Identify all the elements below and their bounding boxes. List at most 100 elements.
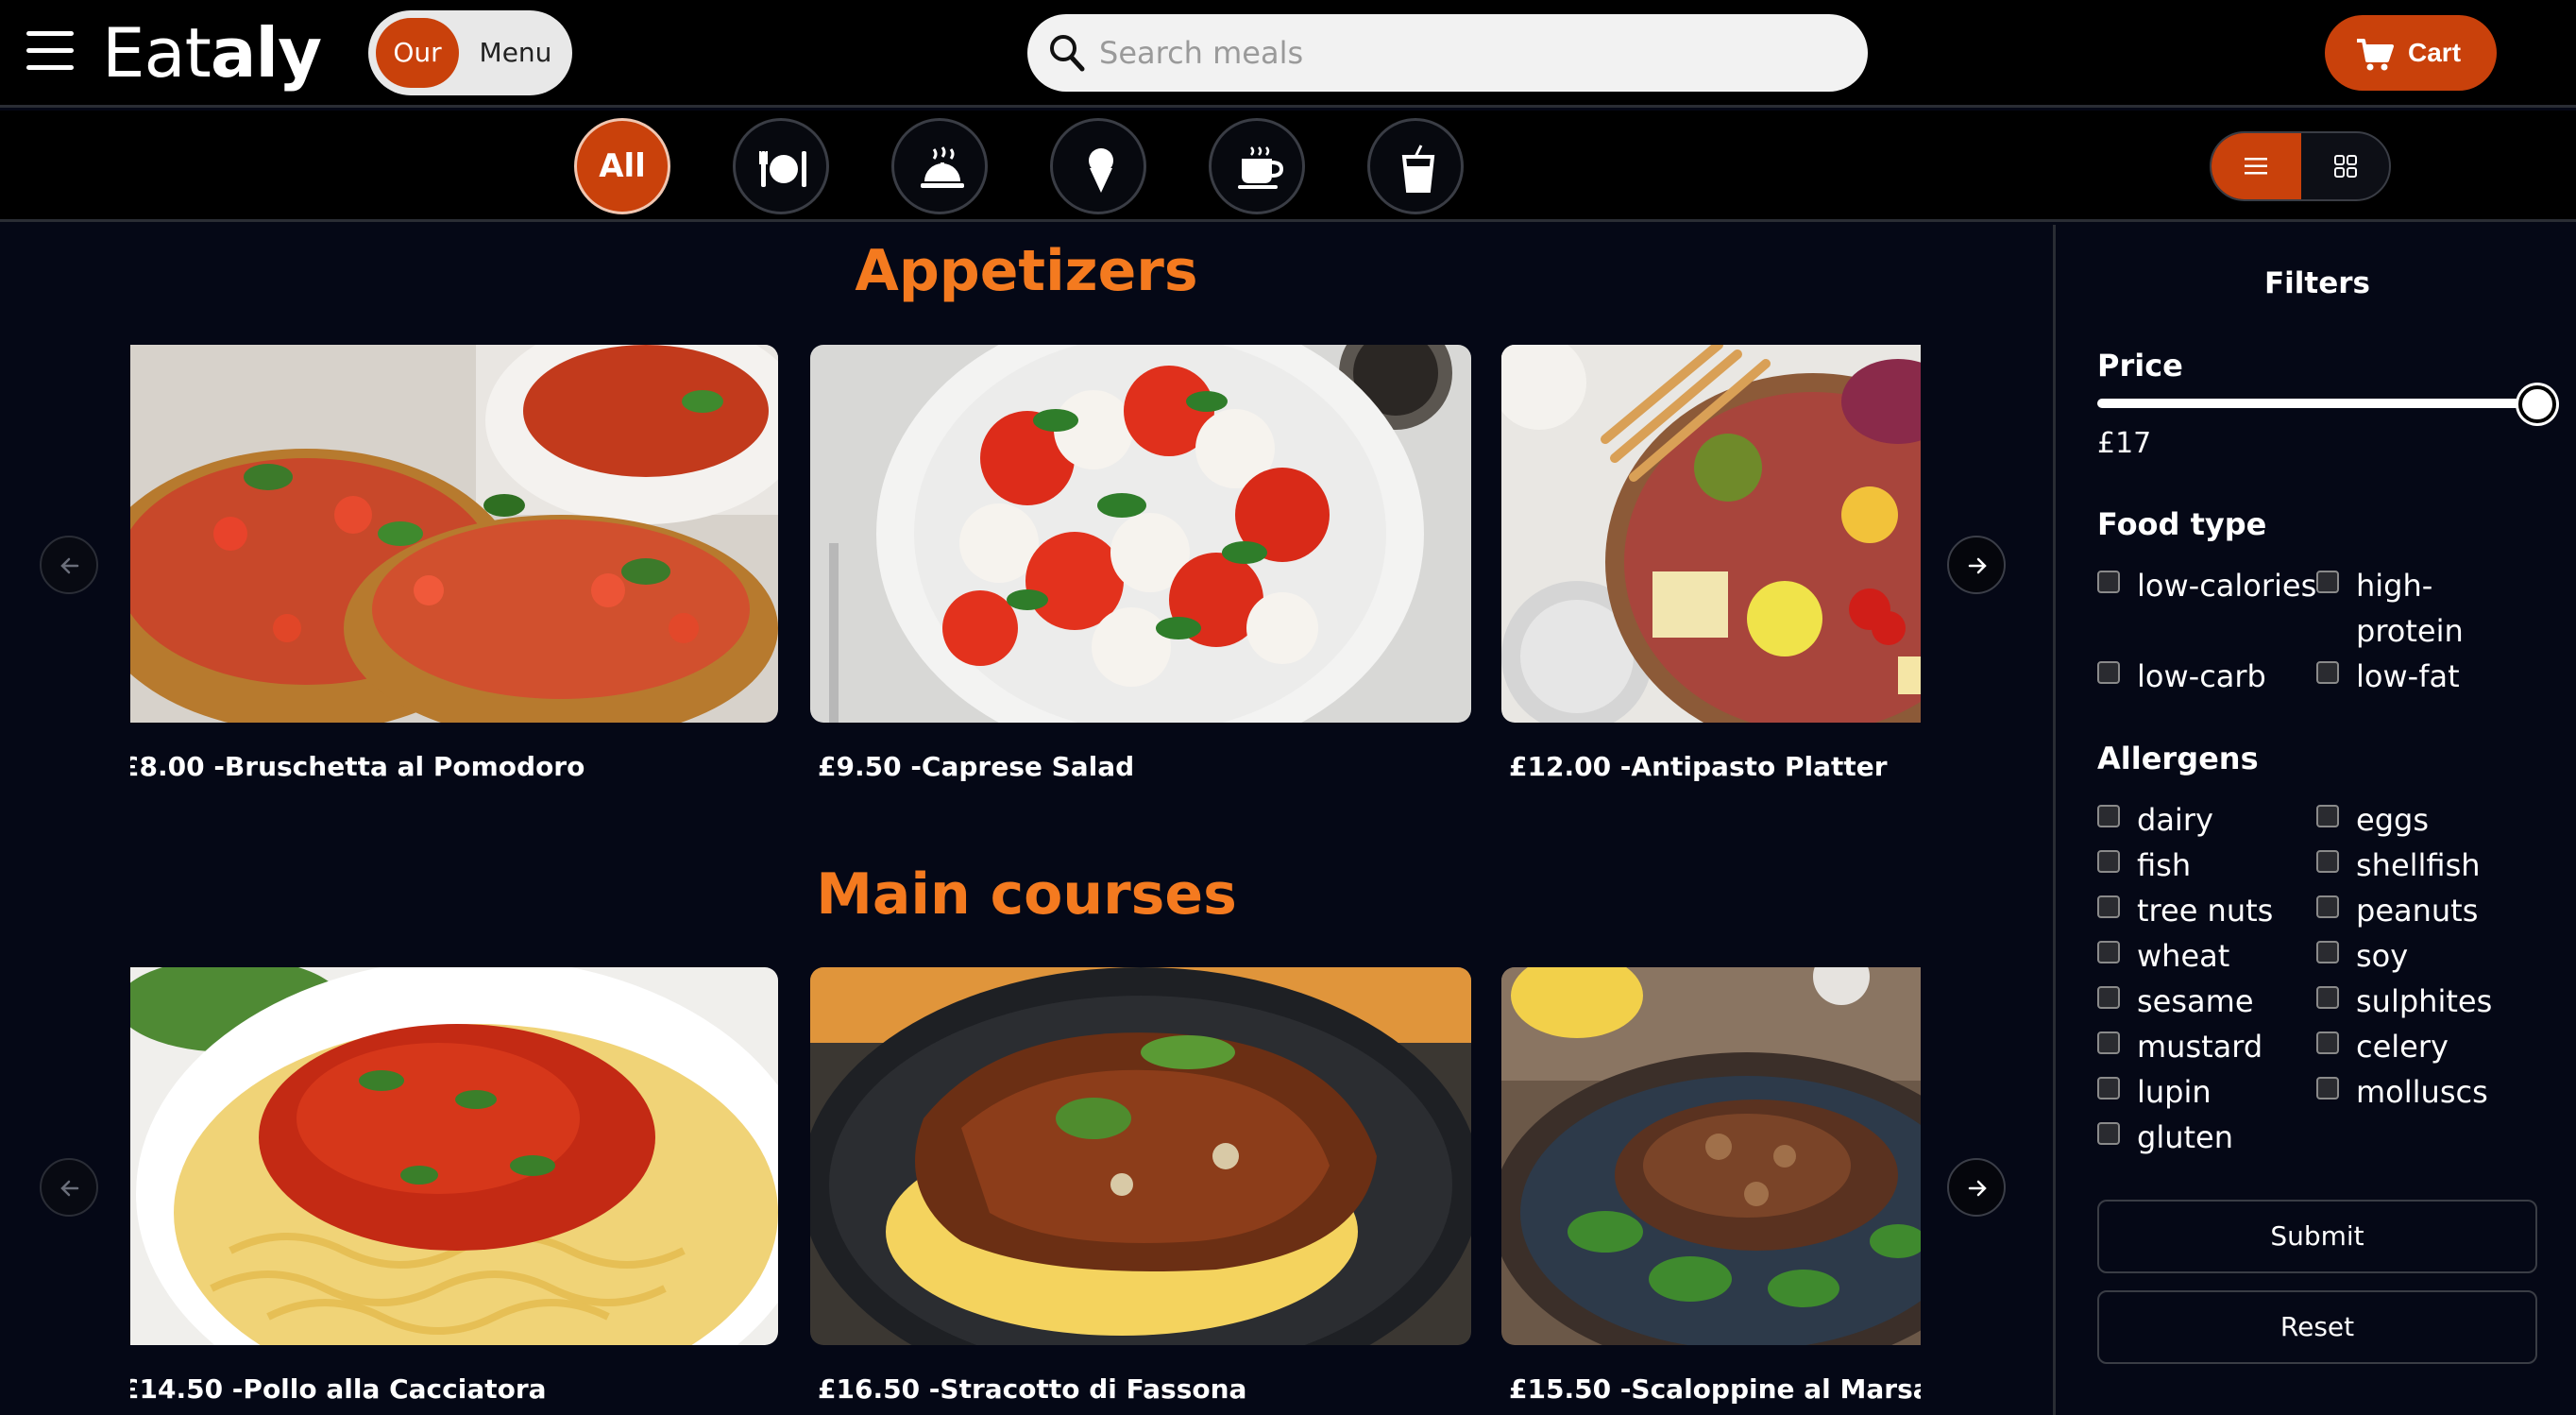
allergen-checkbox-sesame[interactable]: sesame xyxy=(2097,979,2254,1024)
food-type-low-carb[interactable]: low-carb xyxy=(2097,654,2266,699)
food-type-low-fat[interactable]: low-fat xyxy=(2316,654,2460,699)
appetizers-next-arrow[interactable] xyxy=(1947,536,2006,594)
checkbox[interactable] xyxy=(2316,1077,2339,1100)
checkbox[interactable] xyxy=(2316,571,2339,593)
meal-card[interactable]: £9.50 -Caprese Salad xyxy=(810,345,1471,782)
logo[interactable]: Eataly xyxy=(102,13,322,93)
main-courses-next-arrow[interactable] xyxy=(1947,1158,2006,1217)
allergen-checkbox-mustard[interactable]: mustard xyxy=(2097,1024,2262,1069)
checkbox[interactable] xyxy=(2316,1031,2339,1054)
allergen-checkbox-wheat[interactable]: wheat xyxy=(2097,933,2229,979)
meal-caption: £15.50 -Scaloppine al Marsala xyxy=(1509,1373,1921,1405)
checkbox-label: celery xyxy=(2356,1029,2449,1065)
search-bar[interactable] xyxy=(1027,14,1868,92)
allergen-checkbox-molluscs[interactable]: molluscs xyxy=(2316,1069,2488,1115)
allergen-checkbox-tree-nuts[interactable]: tree nuts xyxy=(2097,888,2273,933)
category-cold-drinks[interactable] xyxy=(1367,118,1464,214)
category-all-label: All xyxy=(599,147,646,185)
checkbox[interactable] xyxy=(2097,571,2120,593)
checkbox-label: molluscs xyxy=(2356,1074,2488,1110)
checkbox[interactable] xyxy=(2316,805,2339,827)
checkbox-label: tree nuts xyxy=(2137,893,2274,929)
checkbox[interactable] xyxy=(2097,895,2120,918)
logo-text-light: Eat xyxy=(102,13,212,93)
food-type-low-calories[interactable]: low-calories xyxy=(2097,563,2316,608)
checkbox-label: gluten xyxy=(2137,1119,2233,1155)
allergen-checkbox-soy[interactable]: soy xyxy=(2316,933,2408,979)
meal-caption: £16.50 -Stracotto di Fassona xyxy=(818,1373,1247,1405)
submit-button[interactable]: Submit xyxy=(2097,1200,2537,1273)
list-view-button[interactable] xyxy=(2212,133,2301,199)
allergen-checkbox-sulphites[interactable]: sulphites xyxy=(2316,979,2492,1024)
checkbox-label: lupin xyxy=(2137,1074,2212,1110)
checkbox-label: sulphites xyxy=(2356,983,2493,1019)
allergen-checkbox-celery[interactable]: celery xyxy=(2316,1024,2449,1069)
meal-image-caprese xyxy=(810,345,1471,723)
grid-icon xyxy=(2334,155,2357,178)
checkbox[interactable] xyxy=(2097,1077,2120,1100)
checkbox[interactable] xyxy=(2097,941,2120,963)
arrow-left-icon xyxy=(60,557,79,574)
meal-card[interactable]: £16.50 -Stracotto di Fassona xyxy=(810,967,1471,1405)
checkbox-label: high-protein xyxy=(2356,568,2464,649)
checkbox-label: fish xyxy=(2137,847,2192,883)
allergen-checkbox-shellfish[interactable]: shellfish xyxy=(2316,843,2481,888)
checkbox[interactable] xyxy=(2097,661,2120,684)
meal-caption: £12.00 -Antipasto Platter xyxy=(1509,751,1888,782)
meal-card[interactable]: £14.50 -Pollo alla Cacciatora xyxy=(130,967,778,1415)
checkbox-label: soy xyxy=(2356,938,2409,974)
search-input[interactable] xyxy=(1099,26,1845,80)
checkbox[interactable] xyxy=(2316,941,2339,963)
reset-button[interactable]: Reset xyxy=(2097,1290,2537,1364)
meal-caption: £8.00 -Bruschetta al Pomodoro xyxy=(130,751,585,782)
checkbox[interactable] xyxy=(2316,850,2339,873)
checkbox[interactable] xyxy=(2316,661,2339,684)
meal-card[interactable]: £8.00 -Bruschetta al Pomodoro xyxy=(130,345,778,827)
section-title-main-courses: Main courses xyxy=(816,861,1237,928)
meal-image-antipasto xyxy=(1501,345,1921,723)
meal-card[interactable]: £12.00 -Antipasto Platter xyxy=(1501,345,1921,827)
allergen-checkbox-peanuts[interactable]: peanuts xyxy=(2316,888,2478,933)
meal-card[interactable]: £15.50 -Scaloppine al Marsala xyxy=(1501,967,1921,1415)
filters-panel: Filters Price £17 Food type low-calories… xyxy=(2053,225,2576,1415)
main-courses-prev-arrow[interactable] xyxy=(40,1158,98,1217)
hamburger-menu-icon[interactable] xyxy=(26,31,74,75)
view-toggle[interactable] xyxy=(2210,131,2391,201)
category-mains[interactable] xyxy=(733,118,829,214)
price-slider-track[interactable] xyxy=(2097,399,2534,408)
logo-text-bold: aly xyxy=(210,13,322,93)
coffee-cup-icon xyxy=(1238,146,1284,189)
our-menu-toggle[interactable]: Our Menu xyxy=(368,10,572,95)
checkbox-label: eggs xyxy=(2356,802,2429,838)
food-type-high-protein[interactable]: high-protein xyxy=(2316,563,2477,654)
category-desserts[interactable] xyxy=(1050,118,1146,214)
category-hot-drinks[interactable] xyxy=(1209,118,1305,214)
checkbox[interactable] xyxy=(2097,1122,2120,1145)
cart-button[interactable]: Cart xyxy=(2325,15,2497,91)
menu-toggle-option[interactable]: Menu xyxy=(466,18,565,88)
allergen-checkbox-eggs[interactable]: eggs xyxy=(2316,797,2429,843)
checkbox[interactable] xyxy=(2097,850,2120,873)
grid-view-button[interactable] xyxy=(2301,133,2389,199)
checkbox-label: mustard xyxy=(2137,1029,2263,1065)
checkbox[interactable] xyxy=(2316,895,2339,918)
cart-icon xyxy=(2357,39,2394,71)
checkbox[interactable] xyxy=(2097,805,2120,827)
appetizers-prev-arrow[interactable] xyxy=(40,536,98,594)
checkbox[interactable] xyxy=(2097,1031,2120,1054)
allergen-checkbox-lupin[interactable]: lupin xyxy=(2097,1069,2212,1115)
allergen-checkbox-gluten[interactable]: gluten xyxy=(2097,1115,2233,1160)
allergen-checkbox-dairy[interactable]: dairy xyxy=(2097,797,2213,843)
category-hot-dishes[interactable] xyxy=(891,118,988,214)
our-toggle-option[interactable]: Our xyxy=(376,18,459,88)
price-label: Price xyxy=(2097,348,2183,384)
checkbox[interactable] xyxy=(2316,986,2339,1009)
price-slider-handle[interactable] xyxy=(2518,385,2556,423)
list-icon xyxy=(2245,158,2267,175)
category-all[interactable]: All xyxy=(574,118,670,214)
checkbox[interactable] xyxy=(2097,986,2120,1009)
allergen-checkbox-fish[interactable]: fish xyxy=(2097,843,2191,888)
filters-title: Filters xyxy=(2263,266,2370,300)
allergens-label: Allergens xyxy=(2097,741,2259,776)
checkbox-label: dairy xyxy=(2137,802,2213,838)
